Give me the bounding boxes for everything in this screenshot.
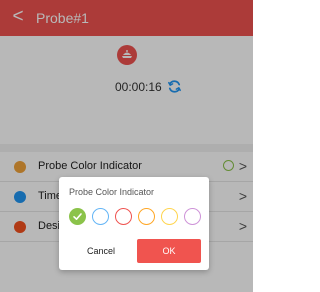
cancel-button[interactable]: Cancel bbox=[69, 239, 133, 263]
color-option-orange[interactable] bbox=[138, 208, 155, 225]
ok-button[interactable]: OK bbox=[137, 239, 201, 263]
color-option-green[interactable] bbox=[69, 208, 86, 225]
color-option-yellow[interactable] bbox=[161, 208, 178, 225]
dialog-title: Probe Color Indicator bbox=[69, 187, 155, 197]
probe-settings-screen: < Probe#1 00:00:16 Probe Color Indicator… bbox=[0, 0, 253, 292]
color-option-blue[interactable] bbox=[92, 208, 109, 225]
color-option-red[interactable] bbox=[115, 208, 132, 225]
color-option-purple[interactable] bbox=[184, 208, 201, 225]
check-icon bbox=[73, 213, 82, 220]
color-picker-dialog: Probe Color Indicator Cancel OK bbox=[59, 177, 209, 270]
